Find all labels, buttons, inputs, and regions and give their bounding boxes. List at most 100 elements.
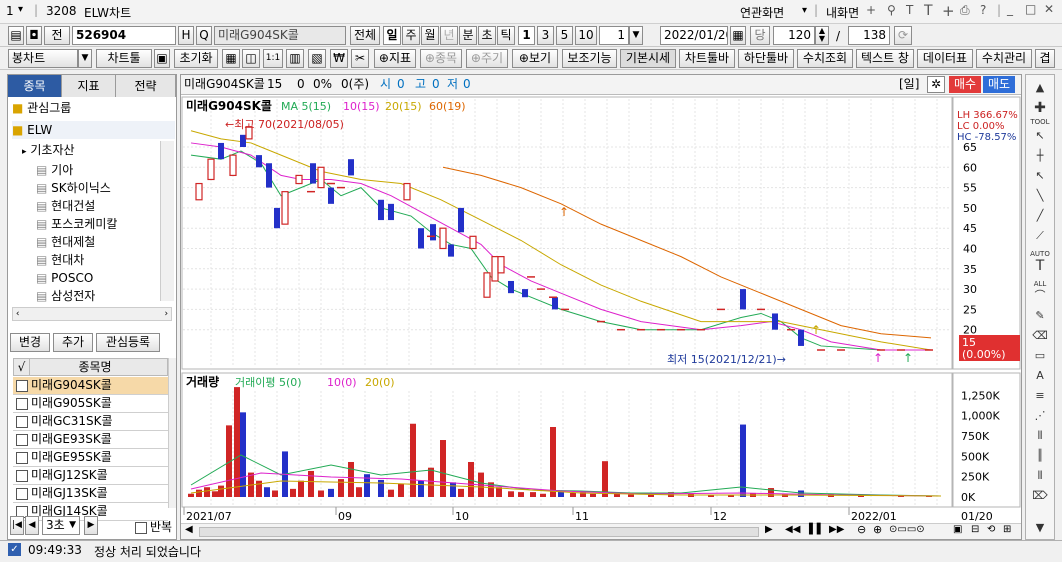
period-week[interactable]: 주 xyxy=(402,26,420,45)
arrow-tool-icon[interactable]: ↖ xyxy=(1028,127,1052,145)
date-input[interactable]: 2022/01/20 xyxy=(660,26,728,45)
layout-menu[interactable]: 연관화면 xyxy=(740,4,784,21)
scroll-up-icon[interactable]: ▲ xyxy=(1028,79,1052,97)
eraser-icon[interactable]: ⌫ xyxy=(1028,327,1052,345)
lock-icon[interactable]: ◘ xyxy=(26,26,42,45)
window-menu-number[interactable]: 1 xyxy=(6,4,14,18)
grid-lines-icon[interactable]: ⫴ xyxy=(1028,467,1052,485)
won-icon[interactable]: ₩ xyxy=(330,49,348,68)
prev-icon[interactable]: ◀ xyxy=(25,516,39,535)
row-checkbox[interactable] xyxy=(16,487,28,500)
home-icon[interactable]: ⊟ xyxy=(971,524,979,535)
scroll-down-icon[interactable]: ▼ xyxy=(1028,519,1052,537)
tree-scrollbar[interactable] xyxy=(160,141,174,301)
fit-icon[interactable]: ⊞ xyxy=(1003,524,1011,535)
cycle-button[interactable]: ⊕주기 xyxy=(466,49,508,68)
n-5-button[interactable]: 5 xyxy=(556,26,573,45)
list-scrollbar[interactable] xyxy=(168,358,176,508)
interval-select[interactable]: 3초 ▼ xyxy=(42,516,80,535)
text-box-icon[interactable]: A xyxy=(1028,367,1052,385)
n-3-button[interactable]: 3 xyxy=(537,26,554,45)
chart-toolbar-button[interactable]: 차트툴바 xyxy=(679,49,735,68)
reset-icon[interactable]: ⟲ xyxy=(987,524,995,535)
tree-group-elw[interactable]: ■ ELW xyxy=(12,121,175,139)
layout-menu-arrow-icon[interactable]: ▾ xyxy=(802,5,807,16)
trend-line-icon[interactable]: ╱ xyxy=(1028,207,1052,225)
chart-canvas[interactable]: ↑↑↑ ↑ 65605550454035302520 1,250K1,000K75… xyxy=(181,95,1021,541)
value-manage-button[interactable]: 수치관리 xyxy=(976,49,1032,68)
text-tool-icon[interactable]: T xyxy=(906,3,913,17)
search-icon[interactable]: Q xyxy=(196,26,212,45)
period-month[interactable]: 월 xyxy=(421,26,439,45)
play-back-icon[interactable]: ◀◀ xyxy=(785,524,800,535)
my-screen-menu[interactable]: 내화면 xyxy=(826,4,859,21)
chart-scrollbar[interactable] xyxy=(199,527,759,537)
period-spin-input[interactable]: 1 xyxy=(599,26,629,45)
next-icon[interactable]: ▶ xyxy=(84,516,98,535)
add-button[interactable]: 추가 xyxy=(53,333,93,352)
indicator-button[interactable]: ⊕지표 xyxy=(374,49,416,68)
row-checkbox[interactable] xyxy=(16,451,28,464)
delete-icon[interactable]: ⌦ xyxy=(1028,487,1052,505)
pause-icon[interactable]: ▌▌ xyxy=(809,524,824,535)
view-toggle-icon[interactable]: ▣ xyxy=(953,524,962,535)
stock-row[interactable]: 미래G904SK콜 xyxy=(13,377,168,395)
save-icon[interactable]: ▣ xyxy=(154,49,170,68)
sell-button[interactable]: 매도 xyxy=(983,76,1015,93)
grid-icon[interactable]: ▦ xyxy=(222,49,240,68)
data-table-button[interactable]: 데이터표 xyxy=(917,49,973,68)
period-spin-arrow-icon[interactable]: ▼ xyxy=(629,26,643,45)
play-icon[interactable]: ▶▶ xyxy=(829,524,844,535)
ratio-button[interactable]: 1:1 xyxy=(263,49,283,68)
item-button[interactable]: ⊕종목 xyxy=(420,49,462,68)
vertical-line-icon[interactable]: T xyxy=(1028,257,1052,275)
n-10-button[interactable]: 10 xyxy=(575,26,597,45)
value-lookup-button[interactable]: 수치조회 xyxy=(797,49,853,68)
repeat-checkbox[interactable] xyxy=(135,521,147,534)
tab-stock[interactable]: 종목 xyxy=(8,75,62,97)
refresh-icon[interactable]: ⟳ xyxy=(894,26,912,45)
period-year[interactable]: 년 xyxy=(440,26,458,45)
stock-row[interactable]: 미래GJ13SK콜 xyxy=(13,485,168,503)
n-1-button[interactable]: 1 xyxy=(518,26,535,45)
help-icon[interactable]: ? xyxy=(980,3,986,17)
stock-code-input[interactable]: 526904 xyxy=(72,26,176,45)
close-icon[interactable]: ✕ xyxy=(1044,2,1054,16)
settings-gear-icon[interactable]: ✲ xyxy=(927,76,945,93)
row-checkbox[interactable] xyxy=(16,433,28,446)
scroll-left-icon[interactable]: ◀ xyxy=(185,524,193,535)
chart-type-select[interactable]: 봉차트 xyxy=(8,49,78,68)
window-menu-arrow-icon[interactable]: ▾ xyxy=(18,4,23,15)
init-button[interactable]: 초기화 xyxy=(174,49,218,68)
stock-row[interactable]: 미래G905SK콜 xyxy=(13,395,168,413)
search-tool-icon[interactable]: ⚲ xyxy=(887,3,896,17)
period-day[interactable]: 일 xyxy=(383,26,401,45)
pin-icon[interactable]: T xyxy=(924,3,933,19)
compare-icon[interactable]: ▧ xyxy=(308,49,326,68)
row-checkbox[interactable] xyxy=(16,379,28,392)
layout-icon[interactable]: ◫ xyxy=(242,49,260,68)
tree-root-assets[interactable]: ▸ 기초자산 xyxy=(22,141,174,159)
code-menu-icon[interactable]: ▤ xyxy=(8,26,24,45)
stock-row[interactable]: 미래GE93SK콜 xyxy=(13,431,168,449)
tree-hscrollbar[interactable]: ‹ › xyxy=(12,307,172,321)
text-window-button[interactable]: 텍스트 창 xyxy=(856,49,914,68)
stock-row[interactable]: 미래GC31SK콜 xyxy=(13,413,168,431)
tab-strategy[interactable]: 전략 xyxy=(116,75,176,97)
scissors-icon[interactable]: ✂ xyxy=(351,49,369,68)
line-tool-icon[interactable]: ╲ xyxy=(1028,187,1052,205)
register-interest-button[interactable]: 관심등록 xyxy=(96,333,160,352)
zoom-range-icon[interactable]: ⊙▭▭⊙ xyxy=(889,524,925,535)
pointer-icon[interactable]: ↖ xyxy=(1028,167,1052,185)
indicator-list-icon[interactable]: ▥ xyxy=(286,49,304,68)
pencil-icon[interactable]: ✎ xyxy=(1028,307,1052,325)
change-button[interactable]: 변경 xyxy=(10,333,50,352)
period-tick[interactable]: 틱 xyxy=(497,26,515,45)
stock-row[interactable]: 미래GJ12SK콜 xyxy=(13,467,168,485)
buy-button[interactable]: 매수 xyxy=(949,76,981,93)
first-icon[interactable]: |◀ xyxy=(10,516,24,535)
overlay-button[interactable]: 겹 xyxy=(1035,49,1055,68)
minimize-icon[interactable]: _ xyxy=(1007,2,1013,16)
period-second[interactable]: 초 xyxy=(478,26,496,45)
chart-type-arrow-icon[interactable]: ▼ xyxy=(78,49,92,68)
